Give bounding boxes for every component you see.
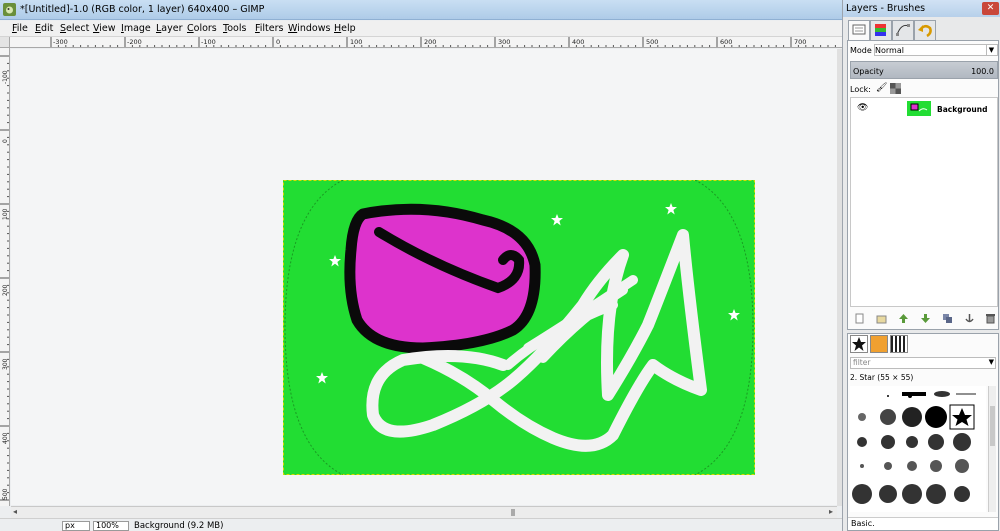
menu-select[interactable]: Select — [60, 23, 89, 34]
hruler-label: 100 — [350, 38, 362, 46]
window-title: *[Untitled]-1.0 (RGB color, 1 layer) 640… — [20, 4, 265, 15]
menu-tools[interactable]: Tools — [223, 23, 246, 34]
vruler-label: 200 — [2, 284, 9, 296]
dock-title: Layers - Brushes — [846, 3, 926, 14]
new-layer-icon[interactable] — [854, 313, 865, 324]
opacity-slider[interactable]: Opacity 100.0 — [850, 61, 998, 79]
anchor-icon[interactable] — [964, 313, 975, 324]
brush-row-5 — [852, 484, 970, 504]
duplicate-icon[interactable] — [942, 313, 953, 324]
patterns-tab-icon[interactable] — [870, 335, 888, 353]
layer-row-background[interactable]: 👁 Background — [851, 100, 997, 118]
hruler-label: 200 — [424, 38, 436, 46]
scroll-left-icon[interactable]: ◂ — [13, 507, 17, 516]
unit-select[interactable]: px — [62, 521, 90, 531]
hruler-label: 400 — [572, 38, 584, 46]
brush-row-3 — [857, 433, 971, 451]
ruler-corner[interactable] — [0, 37, 10, 48]
horizontal-scrollbar[interactable]: ◂ ▸ — [11, 506, 837, 518]
mode-label: Mode — [850, 46, 872, 55]
paths-tab-icon[interactable] — [892, 20, 914, 40]
chevron-down-icon: ▼ — [986, 44, 996, 56]
layers-tab-icon[interactable] — [848, 20, 870, 40]
mode-value: Normal — [875, 46, 904, 55]
menu-layer[interactable]: Layer — [156, 23, 183, 34]
selected-brush-label: 2. Star (55 × 55) — [850, 373, 914, 382]
undo-tab-icon[interactable] — [914, 20, 936, 40]
menu-filters[interactable]: Filters — [255, 23, 284, 34]
vertical-ruler-ticks: -100 0 100 200 300 400 500 — [0, 55, 9, 501]
raise-icon[interactable] — [898, 313, 909, 324]
scroll-right-icon[interactable]: ▸ — [829, 507, 833, 516]
menu-help[interactable]: Help — [334, 23, 356, 34]
vruler-label: 500 — [2, 488, 9, 500]
layer-thumbnail — [907, 101, 931, 116]
hruler-label: 700 — [794, 38, 806, 46]
menu-bar: File Edit Select View Image Layer Colors… — [0, 21, 842, 37]
vruler-label: -100 — [2, 70, 9, 84]
layer-name[interactable]: Background — [937, 105, 987, 114]
gimp-app-icon — [3, 3, 16, 16]
menu-view[interactable]: View — [93, 23, 116, 34]
hruler-label: 500 — [646, 38, 658, 46]
gimp-app: *[Untitled]-1.0 (RGB color, 1 layer) 640… — [0, 0, 1000, 531]
mode-select[interactable]: Normal ▼ — [874, 44, 998, 56]
dock-window: Layers - Brushes ✕ Mode Normal ▼ Opacity… — [842, 0, 1000, 531]
brushes-tab-icon[interactable] — [850, 335, 868, 353]
hruler-label: -300 — [53, 38, 68, 46]
menu-colors[interactable]: Colors — [187, 23, 217, 34]
status-info: Background (9.2 MB) — [134, 521, 224, 531]
layers-panel: Mode Normal ▼ Opacity 100.0 Lock: 🖌 👁 Ba… — [847, 40, 999, 330]
horizontal-ruler[interactable]: -300 -200 -100 0 100 200 300 400 500 600… — [10, 37, 842, 48]
lower-icon[interactable] — [920, 313, 931, 324]
brush-preset-select[interactable]: Basic. — [848, 517, 998, 530]
menu-windows[interactable]: Windows — [288, 23, 330, 34]
hruler-label: 300 — [498, 38, 510, 46]
menu-edit[interactable]: Edit — [35, 23, 53, 34]
brush-grid[interactable] — [850, 386, 986, 512]
opacity-label: Opacity — [853, 67, 884, 76]
layer-buttons — [850, 311, 998, 327]
title-bar: *[Untitled]-1.0 (RGB color, 1 layer) 640… — [0, 0, 842, 20]
menu-image[interactable]: Image — [121, 23, 151, 34]
dock-title-bar: Layers - Brushes ✕ — [843, 0, 1000, 17]
vruler-label: 0 — [2, 139, 9, 143]
eye-icon[interactable]: 👁 — [857, 103, 868, 113]
channels-tab-icon[interactable] — [870, 20, 892, 40]
brush-row-4 — [860, 459, 969, 473]
scrollbar-thumb[interactable] — [511, 509, 515, 516]
filter-input[interactable]: filter — [850, 357, 996, 369]
brush-row-1 — [887, 391, 976, 398]
layer-list[interactable]: 👁 Background — [850, 97, 998, 307]
brushes-panel: filter ▼ 2. Star (55 × 55) Basic. — [847, 333, 999, 531]
hruler-label: 0 — [276, 38, 280, 46]
zoom-select[interactable]: 100% — [93, 521, 129, 531]
lock-label: Lock: — [850, 85, 871, 94]
vruler-label: 300 — [2, 358, 9, 370]
status-bar: px 100% Background (9.2 MB) — [0, 518, 842, 531]
canvas-area[interactable] — [11, 49, 837, 505]
gradients-tab-icon[interactable] — [890, 335, 908, 353]
delete-icon[interactable] — [985, 313, 996, 324]
lock-paint-icon[interactable]: 🖌 — [876, 83, 887, 93]
brush-scrollbar[interactable] — [988, 386, 996, 512]
hruler-label: -100 — [201, 38, 216, 46]
vruler-label: 400 — [2, 432, 9, 444]
menu-file[interactable]: File — [12, 23, 28, 34]
image-canvas[interactable] — [283, 180, 755, 475]
close-icon[interactable]: ✕ — [982, 2, 999, 15]
brush-row-2 — [858, 404, 975, 430]
opacity-value: 100.0 — [971, 67, 994, 76]
vruler-label: 100 — [2, 208, 9, 220]
vertical-ruler[interactable]: -100 0 100 200 300 400 500 — [0, 48, 10, 506]
lock-alpha-icon[interactable] — [890, 83, 901, 94]
horizontal-ruler-ticks: -300 -200 -100 0 100 200 300 400 500 600… — [50, 37, 836, 47]
brush-scroll-thumb[interactable] — [990, 406, 995, 446]
chevron-down-icon[interactable]: ▼ — [989, 358, 994, 366]
image-window: *[Untitled]-1.0 (RGB color, 1 layer) 640… — [0, 0, 842, 531]
hruler-label: 600 — [720, 38, 732, 46]
hruler-label: -200 — [127, 38, 142, 46]
new-group-icon[interactable] — [876, 313, 887, 324]
